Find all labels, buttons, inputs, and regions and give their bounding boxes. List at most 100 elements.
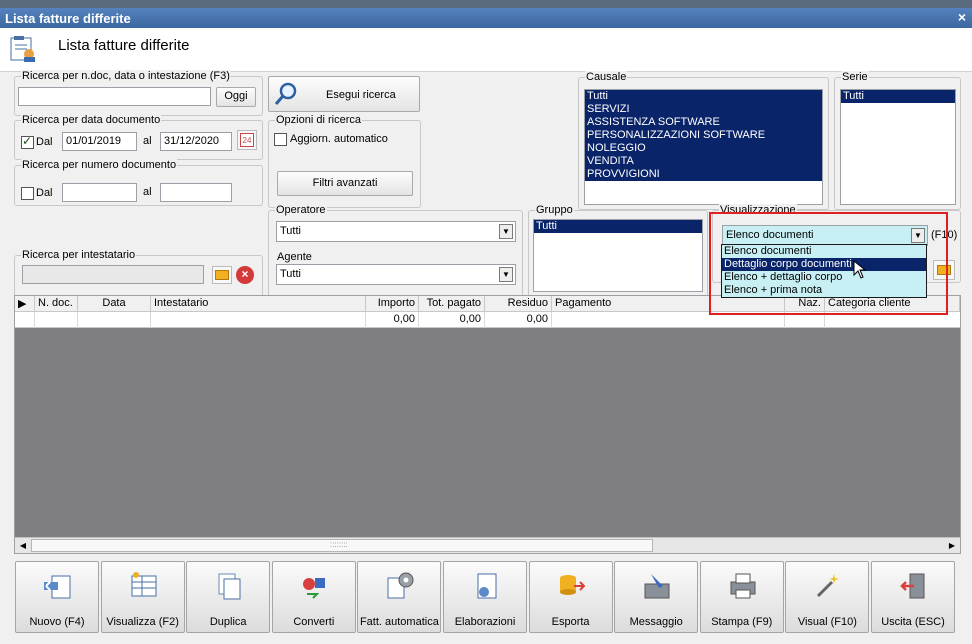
- toolbar-button[interactable]: Converti: [271, 561, 356, 633]
- message-icon: [644, 574, 670, 599]
- search-button-label: Esegui ricerca: [326, 89, 396, 101]
- date-from-label: Dal: [36, 136, 53, 148]
- chevron-down-icon[interactable]: ▼: [499, 267, 513, 282]
- date-search-group: Ricerca per data documento Dal 01/01/201…: [14, 114, 263, 160]
- date-from-checkbox[interactable]: [21, 134, 34, 149]
- holder-search-label: Ricerca per intestatario: [21, 249, 137, 261]
- scroll-thumb[interactable]: ::::::::: [31, 539, 653, 552]
- toolbar-button[interactable]: Fatt. automatica: [357, 561, 442, 633]
- horizontal-scrollbar[interactable]: ◀ :::::::: ▶: [15, 537, 960, 553]
- processing-icon: [477, 573, 497, 599]
- causale-label: Causale: [585, 71, 628, 83]
- mouse-cursor-icon: [853, 260, 867, 279]
- magic-wand-icon: [817, 574, 840, 598]
- background-toolbar-strip: [0, 0, 972, 8]
- scroll-right-icon[interactable]: ▶: [945, 539, 959, 552]
- row-indicator: ▶: [15, 296, 35, 312]
- chevron-down-icon[interactable]: ▼: [499, 224, 513, 239]
- toolbar-button[interactable]: Esporta: [528, 561, 613, 633]
- number-to-input[interactable]: [160, 183, 232, 202]
- date-to-label: al: [143, 135, 152, 147]
- convert-icon: [302, 578, 325, 599]
- gruppo-listbox[interactable]: Tutti: [533, 219, 703, 292]
- scroll-left-icon[interactable]: ◀: [16, 539, 30, 552]
- toolbar-button[interactable]: Stampa (F9): [699, 561, 784, 633]
- toolbar-button[interactable]: Nuovo (F4): [15, 561, 99, 633]
- serie-listbox[interactable]: Tutti: [840, 89, 956, 205]
- calendar-icon[interactable]: 24: [237, 130, 257, 150]
- operator-select[interactable]: Tutti ▼: [276, 221, 516, 242]
- toolbar-button-label: Stampa (F9): [711, 616, 773, 628]
- toolbar-button[interactable]: Elaborazioni: [443, 561, 527, 633]
- number-search-label: Ricerca per numero documento: [21, 159, 178, 171]
- causale-listbox[interactable]: Tutti SERVIZI ASSISTENZA SOFTWARE PERSONALI…: [584, 89, 823, 205]
- holder-search-input[interactable]: [22, 265, 204, 284]
- toolbar-button[interactable]: Messaggio: [614, 561, 699, 633]
- causale-item[interactable]: NOLEGGIO: [585, 142, 822, 155]
- date-from-input[interactable]: 01/01/2019: [62, 132, 137, 151]
- new-document-icon: [44, 575, 71, 599]
- search-button[interactable]: Esegui ricerca: [268, 76, 420, 112]
- date-search-label: Ricerca per data documento: [21, 114, 162, 126]
- col-ndoc[interactable]: N. doc.: [35, 296, 78, 312]
- causale-item[interactable]: PERSONALIZZAZIONI SOFTWARE: [585, 129, 822, 142]
- today-button[interactable]: Oggi: [216, 87, 256, 107]
- gruppo-label: Gruppo: [535, 204, 574, 216]
- toolbar-button-label: Fatt. automatica: [359, 616, 439, 628]
- gruppo-item-tutti[interactable]: Tutti: [534, 220, 702, 233]
- col-residuo[interactable]: Residuo: [485, 296, 552, 312]
- number-from-label: Dal: [36, 187, 53, 199]
- col-importo[interactable]: Importo: [366, 296, 419, 312]
- calendar-badge: 24: [240, 133, 254, 147]
- serie-item-tutti[interactable]: Tutti: [841, 90, 955, 103]
- advanced-filters-button[interactable]: Filtri avanzati: [277, 171, 413, 196]
- text-search-group: Ricerca per n.doc, data o intestazione (…: [14, 70, 263, 116]
- page-header: Lista fatture differite: [0, 28, 972, 72]
- serie-group: Serie Tutti: [834, 71, 961, 210]
- causale-item[interactable]: Tutti: [585, 90, 822, 103]
- clear-icon[interactable]: ×: [236, 266, 254, 284]
- toolbar-button-label: Nuovo (F4): [29, 616, 85, 628]
- number-from-input[interactable]: [62, 183, 137, 202]
- agent-select[interactable]: Tutti ▼: [276, 264, 516, 285]
- window-titlebar: Lista fatture differite ×: [0, 8, 972, 28]
- window-title: Lista fatture differite: [5, 11, 131, 26]
- bottom-toolbar: Nuovo (F4) Visualizza (F2) Duplica Converti…: [15, 561, 961, 635]
- duplicate-icon: [218, 573, 241, 600]
- total-residuo: 0,00: [485, 312, 552, 328]
- agent-label: Agente: [276, 251, 313, 263]
- causale-item[interactable]: SERVIZI: [585, 103, 822, 116]
- folder-icon[interactable]: [212, 266, 232, 284]
- magnifier-icon: [274, 82, 297, 105]
- causale-item[interactable]: ASSISTENZA SOFTWARE: [585, 116, 822, 129]
- auto-update-checkbox[interactable]: [274, 133, 287, 146]
- close-icon[interactable]: ×: [958, 9, 966, 25]
- operator-agent-group: Operatore Tutti ▼ Agente Tutti ▼: [268, 204, 523, 298]
- col-tot-pagato[interactable]: Tot. pagato: [419, 296, 485, 312]
- toolbar-button[interactable]: Duplica: [186, 561, 271, 633]
- number-from-checkbox[interactable]: [21, 187, 34, 200]
- gruppo-group: Gruppo Tutti: [528, 204, 708, 298]
- toolbar-button-label: Converti: [293, 616, 335, 628]
- col-data[interactable]: Data: [78, 296, 151, 312]
- results-grid[interactable]: ▶ N. doc. Data Intestatario Importo Tot.…: [14, 295, 961, 554]
- number-search-group: Ricerca per numero documento Dal al: [14, 159, 263, 206]
- date-to-input[interactable]: 31/12/2020: [160, 132, 232, 151]
- toolbar-button[interactable]: Visual (F10): [785, 561, 870, 633]
- toolbar-button-label: Visualizza (F2): [106, 616, 179, 628]
- agent-select-value: Tutti: [280, 268, 301, 280]
- causale-item[interactable]: PROVVIGIONI: [585, 168, 822, 181]
- causale-item[interactable]: VENDITA: [585, 155, 822, 168]
- number-to-label: al: [143, 186, 152, 198]
- search-options-label: Opzioni di ricerca: [275, 114, 362, 126]
- text-search-input[interactable]: [18, 87, 211, 106]
- total-importo: 0,00: [366, 312, 419, 328]
- col-intestatario[interactable]: Intestatario: [151, 296, 366, 312]
- serie-label: Serie: [841, 71, 869, 83]
- search-options-group: Opzioni di ricerca Aggiorn. automatico F…: [268, 114, 421, 208]
- toolbar-button-label: Duplica: [209, 616, 247, 628]
- toolbar-button[interactable]: Visualizza (F2): [100, 561, 185, 633]
- printer-icon: [730, 573, 756, 599]
- toolbar-button[interactable]: Uscita (ESC): [871, 561, 955, 633]
- holder-search-group: Ricerca per intestatario ×: [14, 249, 263, 299]
